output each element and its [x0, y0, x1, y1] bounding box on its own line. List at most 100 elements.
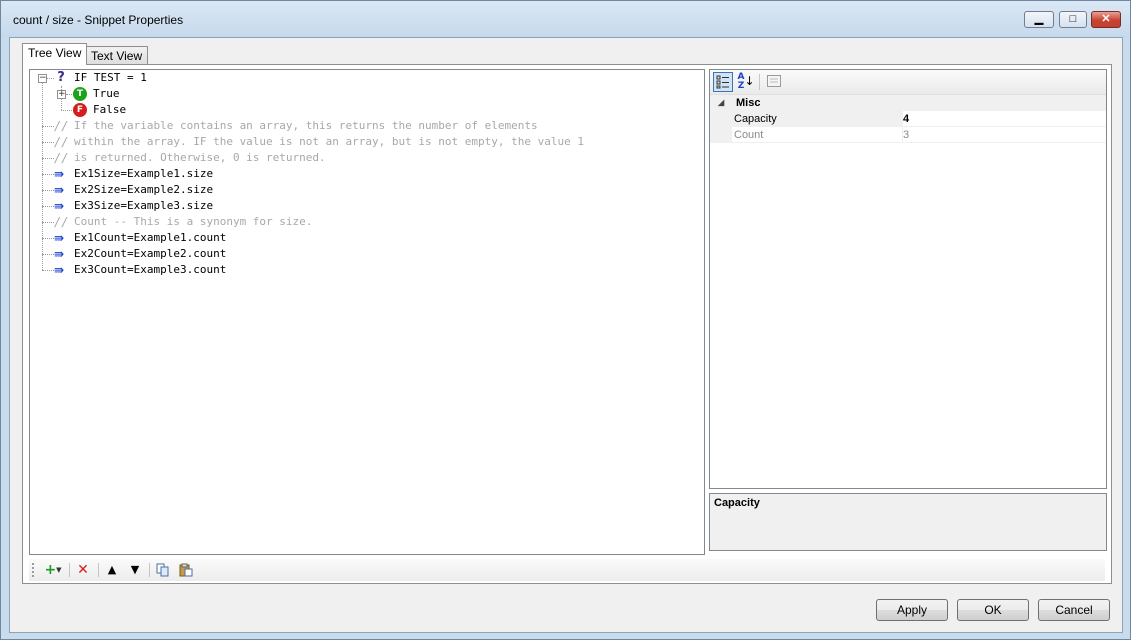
paste-icon	[179, 563, 193, 577]
window-title: count / size - Snippet Properties	[13, 13, 184, 27]
tab-tree-view[interactable]: Tree View	[22, 43, 88, 65]
statement-arrow-icon: ⇛	[54, 199, 65, 213]
comment-icon: //	[54, 215, 69, 229]
statement-arrow-icon: ⇛	[54, 183, 65, 197]
ok-button[interactable]: OK	[957, 599, 1029, 621]
maximize-icon: □	[1069, 13, 1077, 25]
tree-node-if[interactable]: − ? IF TEST = 1	[30, 70, 630, 86]
dialog-window: count / size - Snippet Properties ▁ □ ✕ …	[0, 0, 1131, 640]
copy-button[interactable]	[154, 562, 172, 578]
tree-node-statement[interactable]: ⇛ Ex2Count=Example2.count	[30, 246, 630, 262]
collapse-icon[interactable]: −	[38, 74, 47, 83]
statement-text: Ex2Size=Example2.size	[74, 183, 214, 196]
category-label: Misc	[736, 97, 761, 109]
property-name: Count	[732, 127, 903, 143]
dropdown-arrow-icon: ▼	[56, 566, 62, 574]
tree-connector	[61, 110, 72, 111]
tree-node-label: IF TEST = 1	[74, 71, 147, 84]
tree-connector	[66, 94, 72, 95]
statement-arrow-icon: ⇛	[54, 247, 65, 261]
tab-text-view[interactable]: Text View	[85, 46, 149, 66]
toolbar-separator	[69, 563, 70, 577]
alphabetical-button[interactable]: A Z↓	[736, 72, 756, 92]
tree-node-label: False	[93, 103, 127, 116]
delete-node-button[interactable]: ✕	[74, 562, 92, 578]
tree-node-statement[interactable]: ⇛ Ex1Size=Example1.size	[30, 166, 630, 182]
statement-text: Ex1Size=Example1.size	[74, 167, 214, 180]
tree-connector	[42, 126, 54, 127]
apply-button[interactable]: Apply	[876, 599, 948, 621]
move-up-button[interactable]: ▲	[103, 562, 121, 578]
property-grid: A Z↓ ◢ Misc Capacity 4 Count 3	[709, 69, 1107, 489]
comment-icon: //	[54, 119, 69, 133]
statement-arrow-icon: ⇛	[54, 167, 65, 181]
false-branch-icon: F	[73, 103, 87, 117]
property-value: 3	[903, 127, 1106, 143]
categorized-icon	[716, 75, 729, 89]
tree-connector	[42, 190, 54, 191]
tree-connector	[42, 174, 54, 175]
tree-node-true[interactable]: + T True	[30, 86, 630, 102]
toolbar-separator	[149, 563, 150, 577]
tree-node-comment[interactable]: // within the array. IF the value is not…	[30, 134, 690, 150]
category-misc[interactable]: ◢ Misc	[710, 95, 1106, 111]
tree-node-comment[interactable]: // is returned. Otherwise, 0 is returned…	[30, 150, 690, 166]
comment-icon: //	[54, 151, 69, 165]
dialog-client-area: Tree View Text View − ? IF TEST = 1 + T …	[9, 37, 1123, 633]
tree-node-statement[interactable]: ⇛ Ex3Count=Example3.count	[30, 262, 630, 278]
expand-icon[interactable]: +	[57, 90, 66, 99]
toolbar-separator	[759, 74, 760, 90]
maximize-button[interactable]: □	[1059, 11, 1087, 28]
property-value[interactable]: 4	[903, 111, 1106, 127]
comment-text: is returned. Otherwise, 0 is returned.	[74, 151, 326, 164]
statement-arrow-icon: ⇛	[54, 231, 65, 245]
add-node-button[interactable]: +▼	[41, 562, 65, 578]
paste-button[interactable]	[177, 562, 195, 578]
tree-connector	[42, 206, 54, 207]
toolbar-grip[interactable]	[32, 563, 36, 577]
collapse-category-icon[interactable]: ◢	[718, 95, 724, 111]
row-margin	[710, 127, 732, 143]
tree-node-comment[interactable]: // Count -- This is a synonym for size.	[30, 214, 630, 230]
comment-text: Count -- This is a synonym for size.	[74, 215, 313, 228]
comment-icon: //	[54, 135, 69, 149]
tree-connector	[42, 238, 54, 239]
snippet-tree[interactable]: − ? IF TEST = 1 + T True F False // If t…	[29, 69, 705, 555]
tree-connector	[42, 158, 54, 159]
categorized-button[interactable]	[713, 72, 733, 92]
tree-node-statement[interactable]: ⇛ Ex3Size=Example3.size	[30, 198, 630, 214]
property-pages-button[interactable]	[764, 72, 784, 92]
delete-icon: ✕	[77, 562, 89, 578]
toolbar-separator	[98, 563, 99, 577]
tree-connector	[42, 270, 54, 271]
comment-text: within the array. IF the value is not an…	[74, 135, 584, 148]
plus-icon: +	[44, 562, 57, 578]
copy-icon	[156, 563, 169, 577]
tree-connector	[42, 254, 54, 255]
tree-node-false[interactable]: F False	[30, 102, 630, 118]
title-bar[interactable]: count / size - Snippet Properties ▁ □ ✕	[1, 1, 1130, 37]
property-row-capacity[interactable]: Capacity 4	[710, 111, 1106, 127]
question-mark-icon: ?	[57, 70, 65, 85]
true-branch-icon: T	[73, 87, 87, 101]
statement-text: Ex1Count=Example1.count	[74, 231, 227, 244]
minimize-icon: ▁	[1034, 13, 1044, 25]
property-pages-icon	[767, 75, 781, 87]
close-button[interactable]: ✕	[1091, 11, 1121, 28]
statement-text: Ex3Count=Example3.count	[74, 263, 227, 276]
property-grid-toolbar: A Z↓	[710, 70, 1106, 95]
minimize-button[interactable]: ▁	[1024, 11, 1054, 28]
arrow-down-icon: ▼	[130, 563, 140, 576]
tree-node-comment[interactable]: // If the variable contains an array, th…	[30, 118, 690, 134]
close-icon: ✕	[1101, 13, 1111, 25]
tree-node-statement[interactable]: ⇛ Ex2Size=Example2.size	[30, 182, 630, 198]
property-description-panel: Capacity	[709, 493, 1107, 551]
tree-connector	[47, 78, 54, 79]
tree-node-statement[interactable]: ⇛ Ex1Count=Example1.count	[30, 230, 630, 246]
cancel-button[interactable]: Cancel	[1038, 599, 1110, 621]
comment-text: If the variable contains an array, this …	[74, 119, 538, 132]
tree-node-label: True	[93, 87, 120, 100]
statement-arrow-icon: ⇛	[54, 263, 65, 277]
move-down-button[interactable]: ▼	[126, 562, 144, 578]
property-row-count[interactable]: Count 3	[710, 127, 1106, 143]
